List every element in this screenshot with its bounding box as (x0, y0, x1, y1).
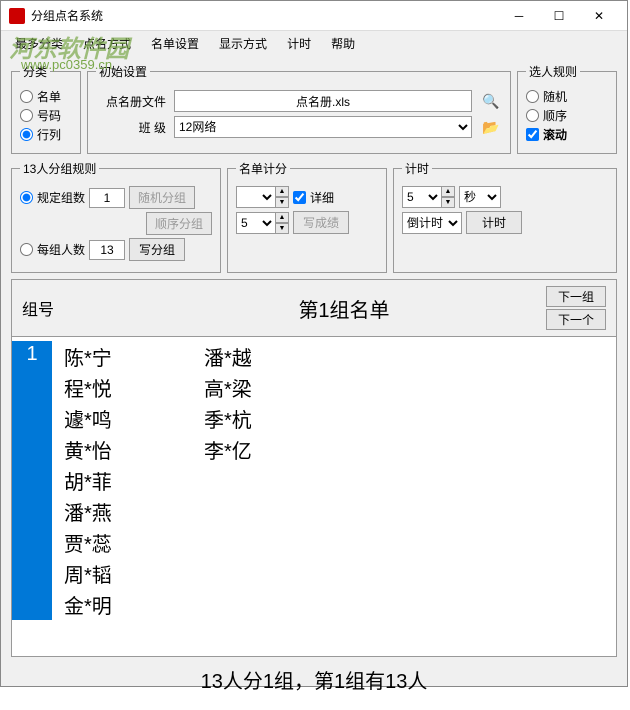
pickrule-fieldset: 选人规则 随机 顺序 滚动 (517, 63, 617, 154)
menu-classify[interactable]: 最多分类 (5, 32, 73, 55)
score-legend: 名单计分 (236, 160, 290, 177)
class-select[interactable]: 12网络 (174, 116, 472, 138)
radio-groupcount-label: 规定组数 (37, 189, 85, 206)
name-cell[interactable]: 周*韬 (52, 558, 192, 589)
timer-legend: 计时 (402, 160, 432, 177)
name-cell[interactable]: 胡*菲 (52, 465, 192, 496)
check-scroll-label: 滚动 (543, 128, 567, 142)
name-cell[interactable]: 金*明 (52, 589, 192, 620)
detail-label: 详细 (310, 189, 334, 206)
name-cell[interactable]: 潘*越 (192, 341, 332, 372)
next-group-button[interactable]: 下一组 (546, 286, 606, 307)
grouprule-fieldset: 13人分组规则 规定组数 随机分组 顺序分组 每组人数 写分组 (11, 160, 221, 273)
radio-number-label: 号码 (37, 107, 61, 124)
timer-value[interactable]: 5 (402, 186, 442, 208)
class-label: 班 级 (96, 119, 166, 136)
name-cell[interactable]: 潘*燕 (52, 496, 192, 527)
timer-button[interactable]: 计时 (466, 211, 522, 234)
file-input[interactable] (174, 90, 472, 112)
maximize-button[interactable]: ☐ (539, 2, 579, 30)
timer-down[interactable]: ▼ (441, 197, 455, 208)
write-score-button[interactable]: 写成绩 (293, 211, 349, 234)
init-fieldset: 初始设置 点名册文件 🔍 班 级 12网络 📂 (87, 63, 511, 154)
menu-help[interactable]: 帮助 (321, 32, 365, 55)
radio-random-label: 随机 (543, 88, 567, 105)
minimize-button[interactable]: ─ (499, 2, 539, 30)
search-icon[interactable]: 🔍 (480, 90, 502, 112)
timer-mode[interactable]: 倒计时 (402, 212, 462, 234)
menu-timer[interactable]: 计时 (277, 32, 321, 55)
menu-rollcall[interactable]: 点名方式 (73, 32, 141, 55)
timer-up[interactable]: ▲ (441, 186, 455, 197)
detail-check[interactable] (293, 191, 306, 204)
score2-down[interactable]: ▼ (275, 223, 289, 234)
timer-fieldset: 计时 5▲▼ 秒 倒计时 计时 (393, 160, 617, 273)
score-select1[interactable] (236, 186, 276, 208)
file-label: 点名册文件 (96, 93, 166, 110)
radio-seq[interactable] (526, 109, 539, 122)
radio-groupcount[interactable] (20, 191, 33, 204)
radio-rowcol[interactable] (20, 128, 33, 141)
score2-up[interactable]: ▲ (275, 212, 289, 223)
check-scroll[interactable] (526, 128, 539, 141)
seq-group-button[interactable]: 顺序分组 (146, 212, 212, 235)
group-number[interactable]: 1 (12, 341, 52, 620)
name-cell[interactable]: 遽*鸣 (52, 403, 192, 434)
name-cell[interactable]: 贾*蕊 (52, 527, 192, 558)
name-cell[interactable]: 季*杭 (192, 403, 332, 434)
folder-icon[interactable]: 📂 (480, 116, 502, 138)
next-one-button[interactable]: 下一个 (546, 309, 606, 330)
radio-rowcol-label: 行列 (37, 126, 61, 143)
name-cell[interactable]: 陈*宁 (52, 341, 192, 372)
window-title: 分组点名系统 (31, 7, 499, 24)
grouprule-legend: 13人分组规则 (20, 160, 99, 177)
radio-namelist-label: 名单 (37, 88, 61, 105)
radio-namelist[interactable] (20, 90, 33, 103)
pickrule-legend: 选人规则 (526, 63, 580, 80)
radio-pergroup-label: 每组人数 (37, 241, 85, 258)
classify-fieldset: 分类 名单 号码 行列 (11, 63, 81, 154)
group-label: 组号 (22, 296, 142, 320)
write-group-button[interactable]: 写分组 (129, 238, 185, 261)
name-cell[interactable]: 李*亿 (192, 434, 332, 465)
timer-unit[interactable]: 秒 (459, 186, 501, 208)
radio-pergroup[interactable] (20, 243, 33, 256)
menu-namelist[interactable]: 名单设置 (141, 32, 209, 55)
score-select2[interactable]: 5 (236, 212, 276, 234)
radio-seq-label: 顺序 (543, 107, 567, 124)
name-cell[interactable]: 高*梁 (192, 372, 332, 403)
pergroup-input[interactable] (89, 240, 125, 260)
random-group-button[interactable]: 随机分组 (129, 186, 195, 209)
radio-number[interactable] (20, 109, 33, 122)
name-cell[interactable]: 程*悦 (52, 372, 192, 403)
status-text: 13人分1组，第1组有13人 (11, 657, 617, 702)
radio-random[interactable] (526, 90, 539, 103)
close-button[interactable]: ✕ (579, 2, 619, 30)
score1-up[interactable]: ▲ (275, 186, 289, 197)
app-icon (9, 8, 25, 24)
list-title: 第1组名单 (142, 294, 546, 323)
groupcount-input[interactable] (89, 188, 125, 208)
menu-display[interactable]: 显示方式 (209, 32, 277, 55)
classify-legend: 分类 (20, 63, 50, 80)
init-legend: 初始设置 (96, 63, 150, 80)
score-fieldset: 名单计分 ▲▼ 详细 5▲▼ 写成绩 (227, 160, 387, 273)
score1-down[interactable]: ▼ (275, 197, 289, 208)
name-list: 1 陈*宁程*悦遽*鸣黄*怡胡*菲潘*燕贾*蕊周*韬金*明 潘*越高*梁季*杭李… (11, 337, 617, 657)
name-cell[interactable]: 黄*怡 (52, 434, 192, 465)
